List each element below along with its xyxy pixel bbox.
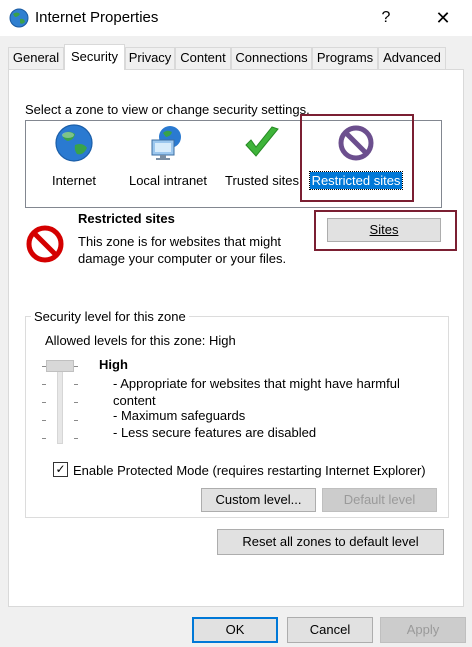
highlight-box-restricted (300, 114, 414, 202)
tab-connections[interactable]: Connections (231, 47, 312, 69)
security-slider-track[interactable] (57, 360, 63, 444)
security-slider-thumb[interactable] (46, 360, 74, 372)
custom-level-button[interactable]: Custom level... (201, 488, 316, 512)
slider-tick (74, 402, 78, 403)
security-level-title: Security level for this zone (31, 309, 189, 324)
sites-button[interactable]: Sites (327, 218, 441, 242)
zone-label: Trusted sites (225, 173, 299, 188)
tab-advanced[interactable]: Advanced (378, 47, 446, 69)
tab-content[interactable]: Content (175, 47, 231, 69)
zone-trusted-sites[interactable]: Trusted sites (222, 123, 302, 189)
restricted-large-icon (25, 224, 65, 264)
tab-privacy[interactable]: Privacy (125, 47, 175, 69)
cancel-button[interactable]: Cancel (287, 617, 373, 643)
zone-internet[interactable]: Internet (43, 123, 105, 189)
reset-all-zones-button[interactable]: Reset all zones to default level (217, 529, 444, 555)
level-description-line: - Less secure features are disabled (113, 425, 317, 440)
globe-icon (9, 8, 29, 28)
sites-button-label: Sites (369, 222, 399, 237)
ok-button[interactable]: OK (192, 617, 278, 643)
slider-tick (42, 366, 46, 367)
zone-label: Internet (51, 173, 97, 188)
slider-tick (42, 402, 46, 403)
allowed-levels-text: Allowed levels for this zone: High (45, 333, 236, 348)
protected-mode-checkbox[interactable]: ✓ (53, 462, 68, 477)
level-description-line: - Maximum safeguards (113, 408, 246, 423)
zone-local-intranet[interactable]: Local intranet (122, 123, 214, 189)
slider-tick (74, 384, 78, 385)
level-description-line: - Appropriate for websites that might ha… (113, 376, 400, 391)
close-button[interactable]: ✕ (428, 5, 458, 31)
slider-tick (74, 366, 78, 367)
apply-button[interactable]: Apply (380, 617, 466, 643)
zone-label: Local intranet (128, 173, 208, 188)
slider-tick (42, 384, 46, 385)
tab-programs[interactable]: Programs (312, 47, 378, 69)
protected-mode-label[interactable]: Enable Protected Mode (requires restarti… (73, 463, 426, 478)
window-title: Internet Properties (35, 9, 159, 26)
slider-tick (42, 420, 46, 421)
tab-general[interactable]: General (8, 47, 64, 69)
help-button[interactable]: ? (371, 5, 401, 31)
slider-tick (74, 420, 78, 421)
zone-name: Restricted sites (78, 211, 175, 226)
security-level-name: High (99, 357, 128, 372)
zone-description: This zone is for websites that might dam… (78, 234, 287, 266)
zone-prompt: Select a zone to view or change security… (25, 102, 310, 117)
checkmark-icon (222, 123, 302, 166)
slider-tick (74, 438, 78, 439)
slider-tick (42, 438, 46, 439)
tab-security[interactable]: Security (64, 44, 125, 70)
globe-icon (43, 123, 105, 166)
default-level-button[interactable]: Default level (322, 488, 437, 512)
intranet-icon (122, 123, 214, 166)
